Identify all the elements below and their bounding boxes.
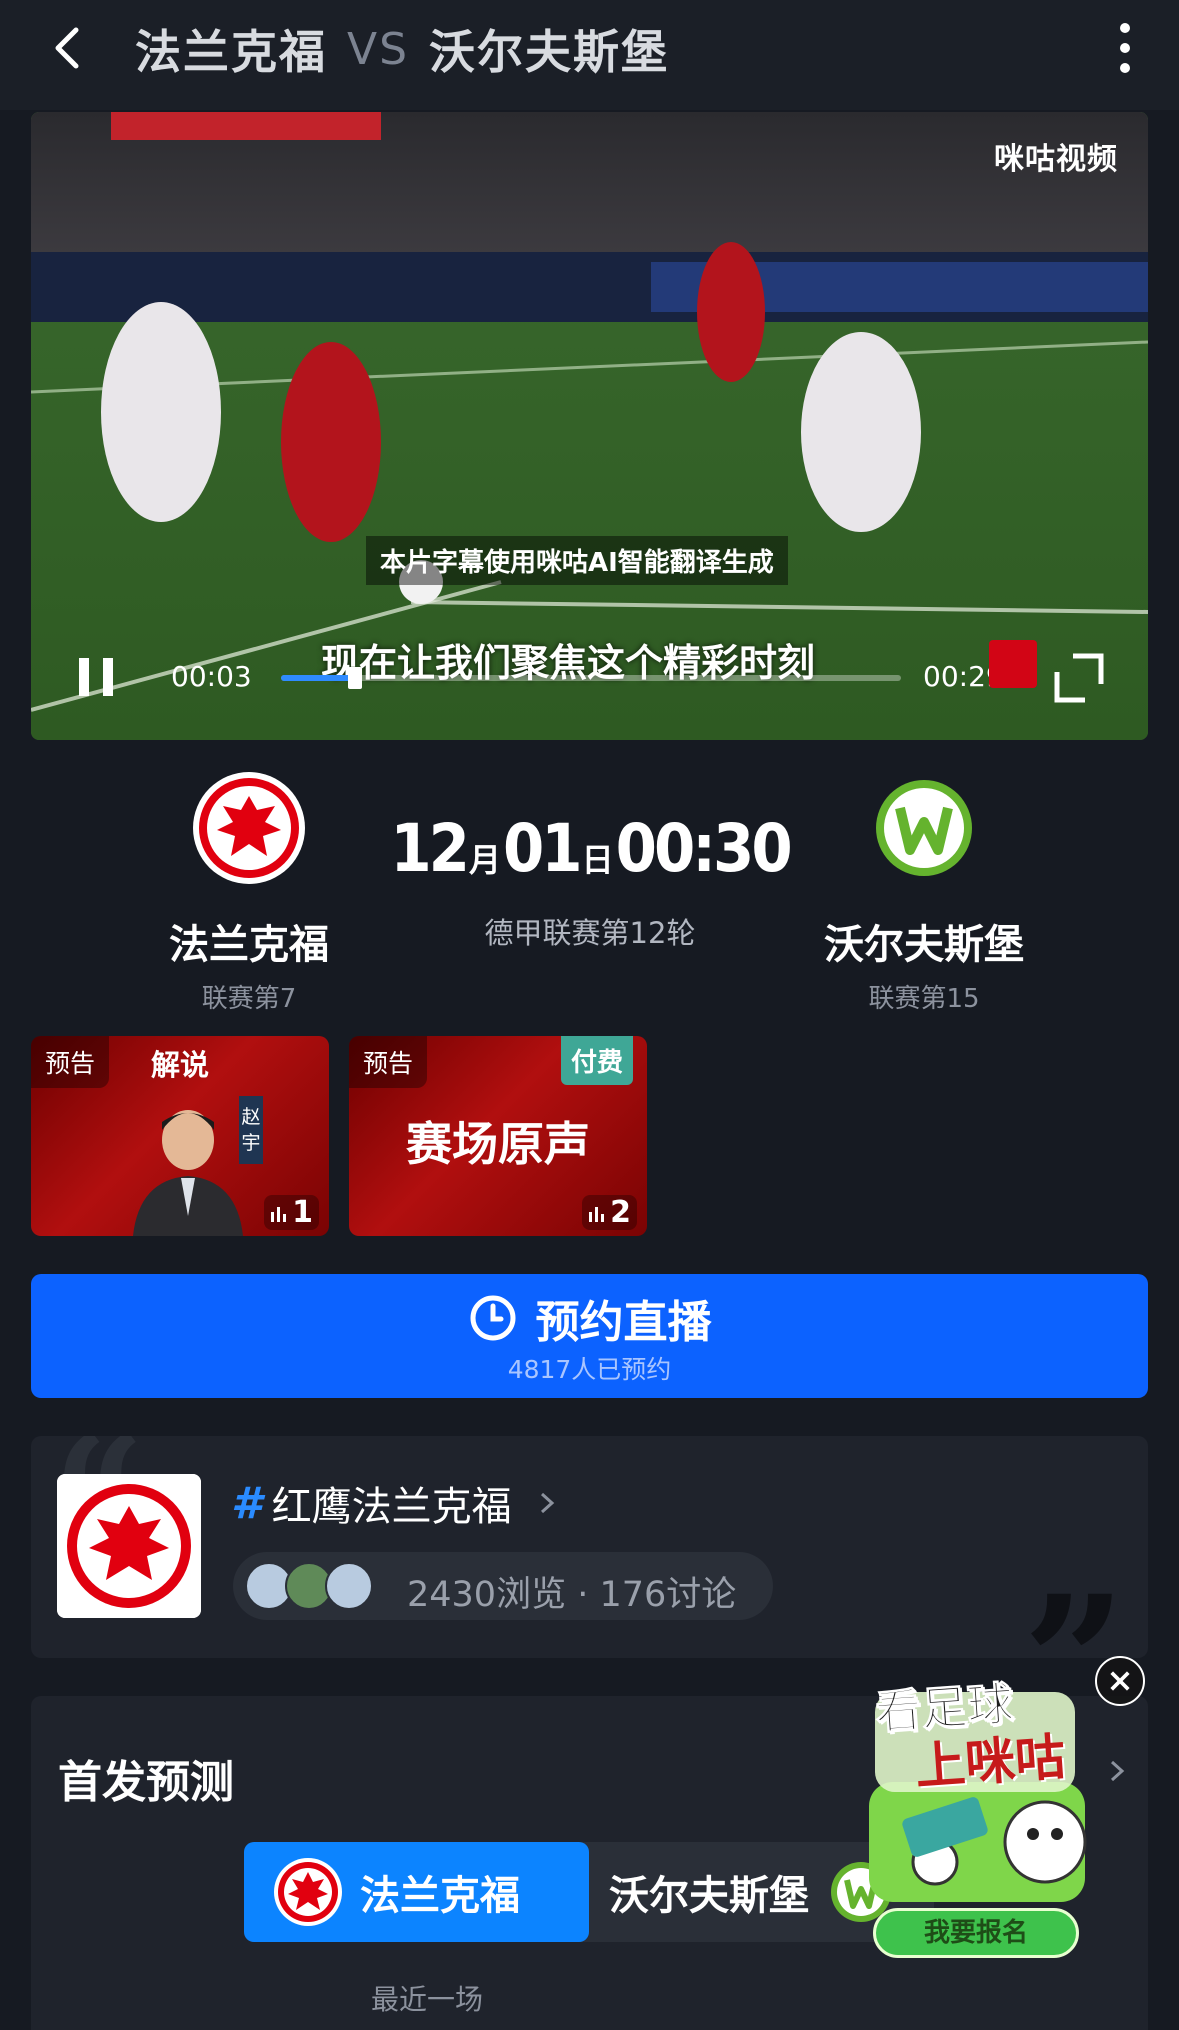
- current-time: 00:03: [171, 660, 252, 693]
- preview-tag: 预告: [349, 1036, 428, 1088]
- recent-match-label: 最近一场: [371, 1983, 484, 2016]
- commentary-label: 解说: [151, 1048, 210, 1082]
- match-round: 德甲联赛第12轮: [484, 916, 696, 950]
- topic-stats: 2430浏览 · 176讨论: [407, 1575, 737, 1615]
- commentary-card[interactable]: 预告 解说 赵宇 1: [31, 1036, 329, 1236]
- progress-fill: [281, 675, 356, 681]
- topic-card[interactable]: “ ” # 红鹰法兰克福 2430浏览 · 176讨论: [31, 1436, 1148, 1658]
- title-away-team: 沃尔夫斯堡: [429, 25, 670, 79]
- bundesliga-logo: [989, 640, 1037, 688]
- day-unit: 日: [581, 841, 614, 879]
- listener-count-value: 1: [292, 1195, 313, 1230]
- top-bar: 法兰克福 VS 沃尔夫斯堡: [0, 0, 1179, 110]
- quote-mark-right-icon: ”: [1022, 1557, 1126, 1658]
- title-vs: VS: [347, 23, 410, 75]
- promo-line-2: 上咪咕: [913, 1727, 1068, 1797]
- team-tab-switch: 法兰克福 沃尔夫斯堡: [244, 1842, 934, 1942]
- away-team[interactable]: 沃尔夫斯堡 联赛第15: [794, 770, 1054, 1015]
- clock-icon: [470, 1295, 515, 1341]
- avatar: [325, 1562, 373, 1610]
- preview-tag: 预告: [31, 1036, 110, 1088]
- ai-subtitle-notice: 本片字幕使用咪咕AI智能翻译生成: [366, 536, 788, 585]
- away-team-name: 沃尔夫斯堡: [824, 922, 1024, 968]
- topic-name: 红鹰法兰克福: [271, 1484, 512, 1530]
- paid-badge: 付费: [560, 1036, 633, 1085]
- away-team-rank: 联赛第15: [868, 984, 980, 1014]
- topic-title[interactable]: # 红鹰法兰克福: [231, 1474, 562, 1532]
- stadium-sound-title: 赛场原声: [406, 1117, 590, 1171]
- reserve-live-button[interactable]: 预约直播 4817人已预约: [31, 1274, 1148, 1398]
- more-options-icon[interactable]: [1095, 18, 1155, 78]
- month-unit: 月: [468, 841, 501, 879]
- home-team-name: 法兰克福: [169, 922, 329, 968]
- title-home-team: 法兰克福: [135, 25, 327, 79]
- match-datetime: 12月01日00:30: [380, 810, 800, 887]
- vfl-wolfsburg-logo-icon: [876, 780, 972, 876]
- commentator-name: 赵宇: [239, 1096, 263, 1164]
- progress-thumb[interactable]: [348, 667, 363, 689]
- match-clock: 00:30: [615, 810, 793, 887]
- stadium-sound-card[interactable]: 预告 付费 赛场原声 2: [349, 1036, 647, 1236]
- reserve-main: 预约直播: [31, 1286, 1148, 1350]
- listener-count: 1: [264, 1195, 319, 1230]
- topic-stats-pill: 2430浏览 · 176讨论: [233, 1552, 773, 1620]
- reserve-label: 预约直播: [535, 1297, 712, 1348]
- page-title: 法兰克福 VS 沃尔夫斯堡: [135, 14, 669, 84]
- pause-icon[interactable]: [73, 652, 123, 702]
- floating-promo-ad[interactable]: 看足球 上咪咕 我要报名: [845, 1662, 1113, 1962]
- home-team-rank: 联赛第7: [201, 984, 297, 1014]
- home-team[interactable]: 法兰克福 联赛第7: [119, 770, 379, 1015]
- video-player[interactable]: 咪咕视频 本片字幕使用咪咕AI智能翻译生成 现在让我们聚焦这个精彩时刻 00:0…: [31, 112, 1148, 740]
- migu-video-logo: 咪咕视频: [994, 142, 1118, 177]
- fullscreen-icon[interactable]: [1051, 650, 1107, 706]
- bar-chart-icon: [589, 1206, 605, 1222]
- hashtag-icon: #: [231, 1477, 262, 1529]
- tab-home-label: 法兰克福: [360, 1873, 520, 1919]
- commentator-avatar: [133, 1110, 243, 1236]
- lineup-title: 首发预测: [58, 1757, 234, 1808]
- listener-count: 2: [582, 1195, 637, 1230]
- listener-count-value: 2: [610, 1195, 631, 1230]
- match-month: 12: [390, 810, 470, 887]
- close-icon[interactable]: [1095, 1656, 1145, 1706]
- tab-away-label: 沃尔夫斯堡: [609, 1873, 809, 1919]
- tab-home-team[interactable]: 法兰克福: [244, 1842, 589, 1942]
- match-day: 01: [502, 810, 583, 887]
- topic-team-logo-icon: [57, 1474, 201, 1618]
- eintracht-frankfurt-logo-icon: [274, 1858, 342, 1926]
- eintracht-frankfurt-logo-icon: [193, 772, 305, 884]
- bar-chart-icon: [271, 1206, 287, 1222]
- reserve-count: 4817人已预约: [507, 1355, 672, 1384]
- back-arrow-icon[interactable]: [40, 18, 100, 78]
- progress-bar[interactable]: [281, 667, 901, 689]
- promo-signup-button[interactable]: 我要报名: [873, 1908, 1079, 1958]
- chevron-right-icon: [540, 1492, 554, 1514]
